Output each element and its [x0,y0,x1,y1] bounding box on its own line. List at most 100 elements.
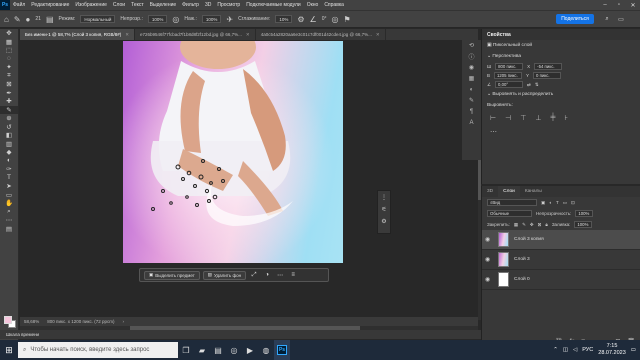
marquee-icon[interactable]: ⬚ [0,46,18,55]
tab-channels[interactable]: Каналы [520,186,547,197]
timeline-tab[interactable]: Шкала времени [0,330,481,339]
explorer-icon[interactable]: ▰ [194,340,210,360]
menu-edit[interactable]: Редактирование [28,2,72,8]
layer-opacity-field[interactable]: 100% [575,210,594,217]
angle-field[interactable]: 0,00° [495,81,524,88]
width-field[interactable]: 800 пикс. [495,63,524,70]
tab-document-3[interactable]: 4a0c54a2820aa6e3c01c7df001d42cde4.jpg @ … [256,29,386,40]
artboard-icon[interactable]: ▦ [0,38,18,47]
maximize-icon[interactable]: ▫ [612,0,626,10]
minimize-icon[interactable]: – [598,0,612,10]
airbrush-icon[interactable]: ✈ [226,15,233,24]
menu-window[interactable]: Окно [304,2,322,8]
blend-mode-select[interactable]: Обычные [487,210,532,217]
move-icon[interactable]: ✥ [0,29,18,38]
menu-type[interactable]: Текст [128,2,147,8]
edit-toolbar-icon[interactable]: ▤ [0,225,18,234]
menu-layers[interactable]: Слои [110,2,128,8]
menu-help[interactable]: Справка [321,2,347,8]
home-icon[interactable]: ⌂ [4,15,9,24]
hand-icon[interactable]: ✋ [0,199,18,208]
notifications-icon[interactable]: ▭ [631,347,636,353]
history-panel-icon[interactable]: ⟲ [462,40,481,51]
media-icon[interactable]: ▶ [242,340,258,360]
layer-row[interactable]: ◉ Слой 0 [482,270,640,290]
menu-3d[interactable]: 3D [202,2,214,8]
history-brush-icon[interactable]: ↺ [0,123,18,132]
layer-row[interactable]: ◉ Слой 3 [482,250,640,270]
lock-all-icon[interactable]: 🔒︎ [545,222,547,227]
layer-name[interactable]: Слой 0 [514,277,530,282]
lasso-icon[interactable]: ◌ [0,55,18,64]
close-tab-icon[interactable]: ✕ [125,32,129,38]
remove-background-button[interactable]: ▨ Удалить фон [202,270,247,280]
blur-icon[interactable]: ◆ [0,148,18,157]
clone-icon[interactable]: ⊕ [0,114,18,123]
search-icon[interactable]: ⌕ [600,14,614,24]
smoothing-input[interactable]: 10% [275,15,293,23]
menu-file[interactable]: Файл [10,2,28,8]
x-field[interactable]: -54 пикс. [534,63,563,70]
select-subject-button[interactable]: ▣ Выделить предмет [144,270,200,280]
pen-icon[interactable]: ✑ [0,165,18,174]
share-button[interactable]: Поделиться [556,14,594,24]
eyedropper-icon[interactable]: ✒ [0,89,18,98]
flow-input[interactable]: 100% [201,15,222,23]
smoothing-settings-icon[interactable]: ⚙ [297,15,304,24]
tray-chevron-icon[interactable]: ⌃ [553,347,558,353]
input-language[interactable]: РУС [582,347,593,353]
brush-size-icon[interactable]: ● [26,15,31,24]
mode-select[interactable]: Нормальный [80,15,116,23]
layer-row[interactable]: ◉ Слой 3 копия [482,230,640,250]
workspace-icon[interactable]: ▭ [614,14,628,24]
flip-vertical-icon[interactable]: ⇅ [535,82,539,88]
grip-icon[interactable]: ⋮ [378,191,390,203]
align-left-icon[interactable]: ⊢ [490,114,496,122]
swatches-panel-icon[interactable]: ▦ [462,73,481,84]
close-tab-icon[interactable]: ✕ [246,32,250,38]
zoom-level[interactable]: 58,68% [24,319,39,324]
close-tab-icon[interactable]: ✕ [376,32,380,38]
visibility-eye-icon[interactable]: ◉ [485,236,493,243]
opacity-input[interactable]: 100% [147,15,168,23]
bar-settings-icon[interactable]: ≡ [288,271,298,280]
dodge-icon[interactable]: ◐ [0,157,18,166]
menu-select[interactable]: Выделение [147,2,180,8]
pressure-size-icon[interactable]: ◎ [332,15,339,24]
store-icon[interactable]: ▤ [210,340,226,360]
more-options-icon[interactable]: ⋯ [275,271,285,280]
clock[interactable]: 7:15 28.07.2023 [598,343,626,357]
more-align-options-icon[interactable]: ⋯ [482,125,640,139]
shape-icon[interactable]: ▭ [0,191,18,200]
brush-tool-icon[interactable]: ✎ [0,105,18,114]
type-icon[interactable]: T [0,174,18,183]
menu-plugins[interactable]: Подключаемые модули [243,2,303,8]
character-panel-icon[interactable]: A [462,117,481,128]
angle-value[interactable]: 0° [322,16,327,22]
adjustments-panel-icon[interactable]: ◐ [462,84,481,95]
task-view-icon[interactable]: ❐ [178,340,194,360]
filter-shape-icon[interactable]: ▭ [563,200,567,206]
align-top-icon[interactable]: ⊥ [535,114,541,122]
lock-move-icon[interactable]: ✥ [530,222,534,228]
adjust-panel-icon[interactable]: ⚙ [378,215,390,227]
close-icon[interactable]: ✕ [626,0,640,10]
network-icon[interactable]: ◫ [563,347,568,353]
align-bottom-icon[interactable]: ⊦ [564,114,568,122]
gradient-icon[interactable]: ▥ [0,140,18,149]
brush-settings-icon[interactable]: ▤ [46,15,54,24]
layer-name[interactable]: Слой 3 копия [514,237,544,242]
frame-icon[interactable]: ⊠ [0,80,18,89]
path-select-icon[interactable]: ➤ [0,182,18,191]
crop-icon[interactable]: ⌗ [0,72,18,81]
lock-brush-icon[interactable]: ✎ [522,222,526,228]
info-panel-icon[interactable]: ⓘ [462,51,481,62]
paragraph-panel-icon[interactable]: ¶ [462,106,481,117]
align-right-icon[interactable]: ⊤ [520,114,526,122]
menu-view[interactable]: Просмотр [214,2,243,8]
foreground-color-swatch[interactable] [4,316,12,324]
volume-icon[interactable]: ◁ [573,347,577,353]
healing-icon[interactable]: ✚ [0,97,18,106]
filter-adjust-icon[interactable]: ◐ [549,200,552,205]
magic-wand-icon[interactable]: ✦ [0,63,18,72]
